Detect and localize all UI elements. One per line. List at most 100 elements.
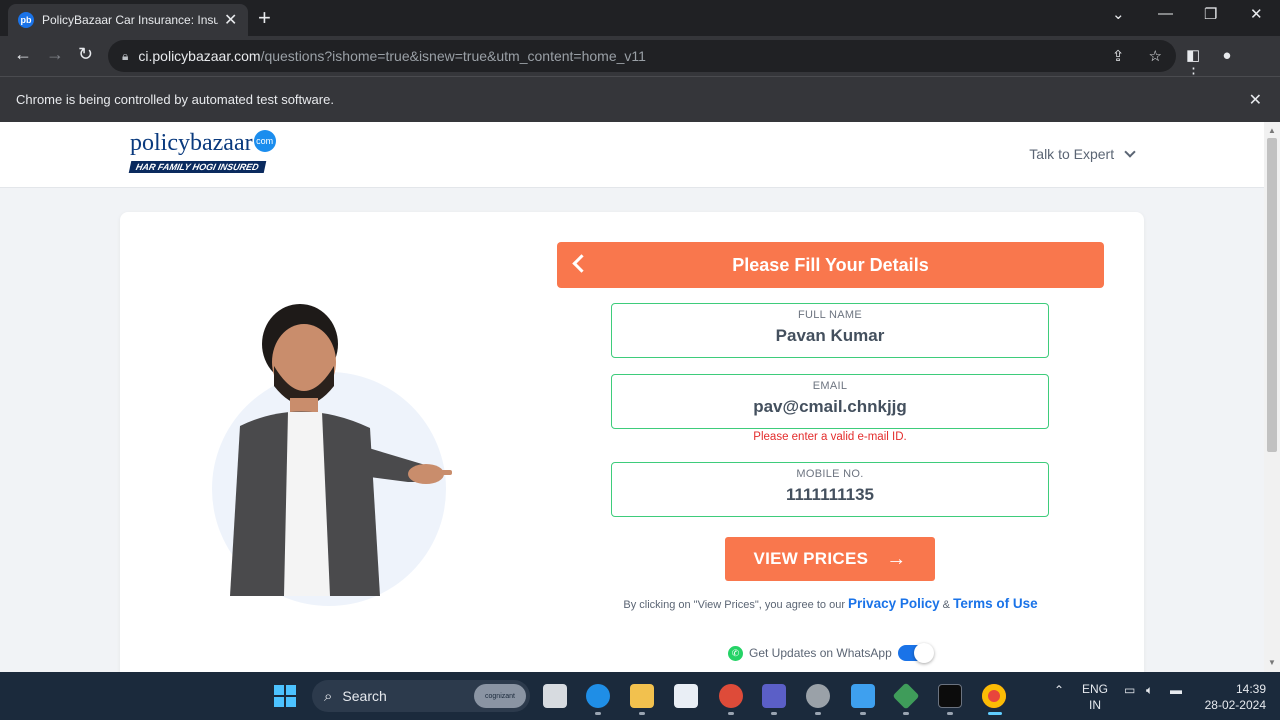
terms-notice: By clicking on "View Prices", you agree … [557, 596, 1104, 611]
active-indicator [988, 712, 1002, 715]
lock-icon[interactable]: 🔒︎ [122, 49, 128, 64]
start-menu-icon[interactable] [274, 685, 296, 707]
system-clock[interactable]: 14:39 28-02-2024 [1205, 681, 1266, 713]
arrow-right-icon: → [886, 547, 907, 570]
full-name-label: FULL NAME [797, 309, 863, 321]
battery-icon[interactable]: ▬ [1170, 683, 1182, 697]
notepad-icon[interactable] [851, 684, 875, 708]
settings-gear-icon[interactable] [806, 684, 830, 708]
form-header: Please Fill Your Details [557, 242, 1104, 288]
tab-search-icon[interactable]: ⌄ [1112, 5, 1125, 23]
share-icon[interactable]: ⇪ [1112, 48, 1125, 65]
running-indicator [860, 712, 866, 715]
side-panel-icon[interactable]: ◧ [1186, 47, 1200, 64]
privacy-policy-link[interactable]: Privacy Policy [848, 596, 940, 611]
infobar-text: Chrome is being controlled by automated … [16, 92, 334, 107]
running-indicator [728, 712, 734, 715]
bookmark-star-icon[interactable]: ☆ [1149, 48, 1162, 65]
task-view-icon[interactable] [543, 684, 567, 708]
url-host: ci.policybazaar.com [138, 48, 261, 64]
close-window-icon[interactable]: ✕ [1250, 5, 1263, 23]
view-prices-label: VIEW PRICES [753, 549, 869, 568]
new-tab-icon[interactable]: + [258, 5, 271, 31]
back-chevron-icon[interactable] [572, 254, 591, 273]
talk-to-expert-dropdown[interactable]: Talk to Expert [1029, 146, 1136, 162]
dev-tool-icon[interactable] [892, 682, 920, 710]
chrome-canary-icon[interactable] [719, 684, 743, 708]
scroll-thumb[interactable] [1267, 138, 1277, 452]
email-value[interactable]: pav@cmail.chnkjjg [612, 397, 1048, 417]
taskbar-search[interactable]: ⌕ Search cognizant [312, 680, 530, 712]
running-indicator [639, 712, 645, 715]
whatsapp-icon: ✆ [728, 645, 743, 661]
close-tab-icon[interactable]: ✕ [224, 10, 237, 30]
network-icon[interactable]: ▭ [1124, 683, 1135, 697]
teams-icon[interactable] [762, 684, 786, 708]
forward-icon[interactable]: → [46, 44, 64, 65]
input-language[interactable]: ENG IN [1082, 681, 1108, 713]
email-label: EMAIL [812, 380, 848, 392]
view-prices-button[interactable]: VIEW PRICES → [725, 537, 935, 581]
site-header: policybazaar com HAR FAMILY HOGI INSURED … [0, 122, 1264, 188]
scroll-up-icon[interactable]: ▲ [1268, 126, 1276, 135]
details-card: Please Fill Your Details FULL NAME Pavan… [120, 212, 1144, 672]
browser-tab-active[interactable]: pb PolicyBazaar Car Insurance: Insu ✕ [8, 4, 248, 36]
clock-date: 28-02-2024 [1204, 698, 1266, 712]
logo-wordmark: policybazaar [130, 130, 253, 156]
whatsapp-label: Get Updates on WhatsApp [749, 646, 892, 660]
toggle-knob [913, 643, 934, 663]
lang-bottom: IN [1089, 698, 1101, 712]
form-title: Please Fill Your Details [732, 254, 929, 275]
terms-of-use-link[interactable]: Terms of Use [953, 596, 1038, 611]
page-scrollbar[interactable]: ▲ ▼ [1264, 122, 1280, 672]
terminal-icon[interactable] [938, 684, 962, 708]
minimize-icon[interactable]: — [1158, 5, 1173, 22]
chevron-down-icon [1124, 146, 1136, 158]
brand-ambassador-illustration [230, 304, 452, 596]
running-indicator [947, 712, 953, 715]
lang-top: ENG [1082, 682, 1109, 696]
volume-icon[interactable]: 🔈︎ [1146, 683, 1153, 698]
edge-icon[interactable] [586, 684, 610, 708]
restore-icon[interactable]: ❐ [1204, 5, 1217, 23]
whatsapp-toggle[interactable] [897, 643, 934, 663]
taskbar-search-label: Search [342, 688, 387, 704]
tray-overflow-chevron-icon[interactable]: ⌃ [1054, 683, 1064, 697]
email-error-message: Please enter a valid e-mail ID. [753, 431, 907, 443]
os-taskbar: ⌕ Search cognizant ⌃ ENG IN ▭ 🔈︎ ▬ 14:39… [0, 672, 1280, 720]
favicon-icon: pb [18, 12, 34, 28]
logo-com-badge: com [253, 130, 276, 152]
back-icon[interactable]: ← [14, 44, 32, 65]
talk-to-expert-label: Talk to Expert [1029, 146, 1115, 162]
running-indicator [903, 712, 909, 715]
email-field[interactable]: EMAIL pav@cmail.chnkjjg [611, 374, 1049, 429]
scroll-down-icon[interactable]: ▼ [1268, 658, 1276, 667]
automation-infobar: Chrome is being controlled by automated … [0, 76, 1280, 122]
search-highlight-pill: cognizant [474, 684, 526, 708]
browser-tabstrip: pb PolicyBazaar Car Insurance: Insu ✕ + … [0, 0, 1280, 36]
mobile-label: MOBILE NO. [796, 468, 864, 480]
running-indicator [771, 712, 777, 715]
running-indicator [595, 712, 601, 715]
search-icon: ⌕ [324, 687, 333, 705]
page-viewport: policybazaar com HAR FAMILY HOGI INSURED … [0, 122, 1264, 672]
mobile-field[interactable]: MOBILE NO. 1111111135 [611, 462, 1049, 517]
tab-title: PolicyBazaar Car Insurance: Insu [42, 13, 218, 27]
reload-icon[interactable]: ↻ [78, 44, 93, 65]
logo-tagline: HAR FAMILY HOGI INSURED [128, 161, 266, 173]
store-icon[interactable] [674, 684, 698, 708]
infobar-close-icon[interactable]: ✕ [1249, 90, 1262, 110]
mobile-value[interactable]: 1111111135 [612, 485, 1048, 505]
whatsapp-updates-row: ✆ Get Updates on WhatsApp [728, 643, 934, 663]
terms-prefix: By clicking on "View Prices", you agree … [623, 599, 845, 611]
full-name-field[interactable]: FULL NAME Pavan Kumar [611, 303, 1049, 358]
clock-time: 14:39 [1235, 682, 1266, 696]
full-name-value[interactable]: Pavan Kumar [612, 326, 1048, 346]
file-explorer-icon[interactable] [630, 684, 654, 708]
policybazaar-logo[interactable]: policybazaar com HAR FAMILY HOGI INSURED [128, 130, 276, 175]
address-bar[interactable]: 🔒︎ ci.policybazaar.com/questions?ishome=… [108, 40, 1176, 72]
profile-icon[interactable]: ● [1222, 47, 1231, 64]
chrome-icon[interactable] [982, 684, 1006, 708]
url-path: /questions?ishome=true&isnew=true&utm_co… [260, 48, 646, 64]
terms-ampersand: & [942, 599, 951, 611]
